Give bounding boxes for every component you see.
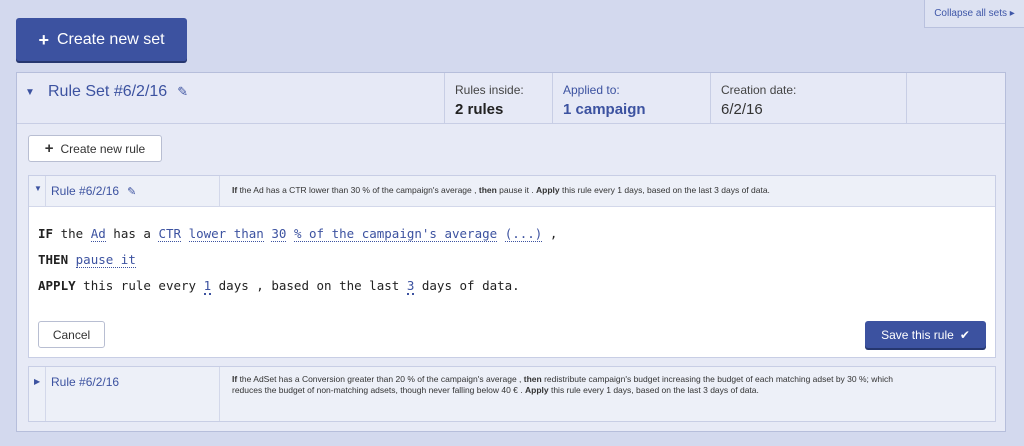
summary-segment: then — [523, 374, 542, 384]
this-rule-every-text: this rule every — [83, 278, 197, 293]
rule-card-collapsed[interactable]: ▶ Rule #6/2/16 If the AdSet has a Conver… — [28, 366, 996, 422]
divider — [45, 176, 46, 206]
creation-date-value: 6/2/16 — [721, 101, 763, 118]
summary-segment: this rule every 1 days, based on the las… — [559, 185, 770, 195]
rule-title-text: Rule #6/2/16 — [51, 184, 120, 198]
frequency-input[interactable]: 1 — [203, 278, 212, 295]
rule-title: Rule #6/2/16 ✎ — [51, 184, 136, 198]
create-new-rule-label: Create new rule — [60, 141, 146, 156]
the-text: the — [60, 226, 84, 241]
expand-triangle-icon[interactable]: ▶ — [34, 377, 40, 386]
summary-segment: Apply — [524, 385, 549, 396]
edit-icon[interactable]: ✎ — [127, 185, 136, 198]
rules-inside-value: 2 rules — [455, 101, 504, 118]
collapse-all-sets-link[interactable]: Collapse all sets ▸ — [924, 0, 1024, 28]
summary-segment: pause it . — [496, 185, 537, 195]
rule-title: Rule #6/2/16 — [51, 375, 119, 389]
days-based-text: days , based on the last — [218, 278, 400, 293]
rule-then-line: THEN pause it — [38, 247, 995, 273]
applied-to-cell[interactable]: Applied to: 1 campaign — [552, 73, 710, 123]
collapse-triangle-icon[interactable]: ▼ — [25, 87, 35, 98]
plus-icon: + — [38, 29, 49, 50]
rule-summary: If the AdSet has a Conversion greater th… — [219, 367, 909, 421]
creation-date-label: Creation date: — [721, 83, 797, 97]
more-options-link[interactable]: (...) — [504, 226, 543, 242]
summary-segment: then — [478, 185, 497, 195]
if-keyword: IF — [38, 226, 54, 241]
collapse-triangle-icon[interactable]: ▼ — [34, 184, 42, 193]
reference-selector[interactable]: % of the campaign's average — [293, 226, 498, 242]
apply-keyword: APPLY — [38, 278, 76, 293]
header-spacer-cell — [906, 73, 1006, 123]
then-keyword: THEN — [38, 252, 69, 267]
rule-title-text: Rule #6/2/16 — [51, 375, 120, 389]
applied-to-label: Applied to: — [563, 83, 620, 97]
create-new-rule-button[interactable]: + Create new rule — [28, 135, 162, 162]
comma-text: , — [549, 226, 558, 241]
metric-selector[interactable]: CTR — [158, 226, 182, 242]
rule-if-line: IF the Ad has a CTR lower than 30 % of t… — [38, 221, 995, 247]
object-selector[interactable]: Ad — [90, 226, 106, 242]
rule-editor: IF the Ad has a CTR lower than 30 % of t… — [29, 207, 995, 299]
create-new-set-label: Create new set — [56, 30, 165, 48]
rule-card-expanded: ▼ Rule #6/2/16 ✎ If the Ad has a CTR low… — [28, 175, 996, 358]
plus-icon: + — [44, 140, 54, 157]
checkmark-icon: ✔ — [959, 327, 970, 342]
summary-segment: the Ad has a CTR lower than 30 % of the … — [237, 185, 479, 195]
rule-set-panel: ▼ Rule Set #6/2/16 ✎ Rules inside: 2 rul… — [16, 72, 1006, 432]
lookback-input[interactable]: 3 — [406, 278, 415, 295]
rule-set-title-text: Rule Set #6/2/16 — [48, 83, 168, 100]
action-selector[interactable]: pause it — [75, 252, 136, 268]
rule-header: ▶ Rule #6/2/16 If the AdSet has a Conver… — [29, 367, 995, 421]
rule-summary: If the Ad has a CTR lower than 30 % of t… — [219, 176, 909, 206]
comparator-selector[interactable]: lower than — [188, 226, 264, 242]
rules-inside-label: Rules inside: — [455, 83, 524, 97]
has-a-text: has a — [113, 226, 151, 241]
rule-header: ▼ Rule #6/2/16 ✎ If the Ad has a CTR low… — [29, 176, 995, 207]
rule-set-header: ▼ Rule Set #6/2/16 ✎ Rules inside: 2 rul… — [17, 73, 1005, 124]
summary-segment: Apply — [536, 185, 560, 195]
summary-segment: the AdSet has a Conversion greater than … — [237, 374, 524, 384]
divider — [45, 367, 46, 421]
rule-set-title: Rule Set #6/2/16 ✎ — [48, 83, 188, 101]
days-of-data-text: days of data. — [421, 278, 520, 293]
applied-to-value[interactable]: 1 campaign — [563, 101, 700, 118]
rules-inside-cell: Rules inside: 2 rules — [444, 73, 552, 123]
summary-segment: this rule every 1 days, based on the las… — [548, 385, 759, 396]
save-rule-button[interactable]: Save this rule ✔ — [865, 321, 986, 348]
create-new-set-button[interactable]: + Create new set — [16, 18, 187, 61]
edit-icon[interactable]: ✎ — [177, 84, 188, 100]
value-input[interactable]: 30 — [271, 226, 287, 242]
cancel-button[interactable]: Cancel — [38, 321, 105, 348]
save-rule-label: Save this rule — [881, 327, 954, 342]
creation-date-cell: Creation date: 6/2/16 — [710, 73, 906, 123]
rule-apply-line: APPLY this rule every 1 days , based on … — [38, 273, 995, 299]
